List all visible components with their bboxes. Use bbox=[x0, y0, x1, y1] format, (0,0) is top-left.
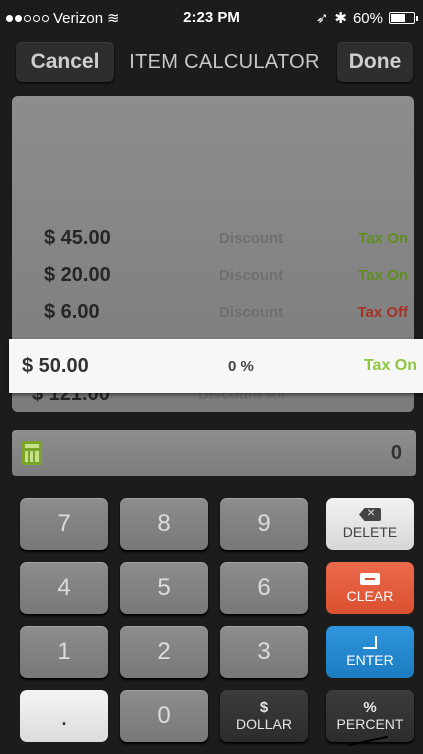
dollar-symbol: $ bbox=[259, 699, 269, 716]
list-item[interactable]: $ 20.00 Discount Tax On bbox=[24, 257, 414, 293]
item-discount[interactable]: Discount bbox=[219, 267, 283, 284]
key-7[interactable]: 7 bbox=[20, 498, 108, 550]
item-tax-toggle[interactable]: Tax On bbox=[358, 267, 408, 284]
active-item-amount: $ 50.00 bbox=[22, 354, 89, 377]
item-tax-toggle[interactable]: Tax On bbox=[358, 230, 408, 247]
clear-icon bbox=[360, 572, 380, 585]
backspace-icon bbox=[359, 508, 381, 521]
item-tax-toggle[interactable]: Tax Off bbox=[357, 304, 408, 321]
active-item-tax-toggle[interactable]: Tax On bbox=[364, 357, 417, 375]
percent-button[interactable]: % PERCENT bbox=[326, 690, 414, 742]
delete-button[interactable]: DELETE bbox=[326, 498, 414, 550]
key-3[interactable]: 3 bbox=[220, 626, 308, 678]
key-6[interactable]: 6 bbox=[220, 562, 308, 614]
calculator-icon bbox=[22, 441, 42, 465]
dollar-label: DOLLAR bbox=[235, 716, 293, 732]
list-item[interactable]: $ 45.00 Discount Tax On bbox=[24, 220, 414, 256]
item-amount: $ 20.00 bbox=[44, 263, 111, 286]
key-decimal[interactable]: . bbox=[20, 690, 108, 742]
location-icon: ➶ bbox=[315, 10, 329, 27]
item-amount: $ 45.00 bbox=[44, 226, 111, 249]
key-9[interactable]: 9 bbox=[220, 498, 308, 550]
cancel-button[interactable]: Cancel bbox=[16, 42, 114, 82]
key-0[interactable]: 0 bbox=[120, 690, 208, 742]
dollar-button[interactable]: $ DOLLAR bbox=[220, 690, 308, 742]
display-value: 0 bbox=[390, 442, 402, 464]
enter-label: ENTER bbox=[346, 652, 394, 668]
item-amount: $ 6.00 bbox=[44, 300, 100, 323]
enter-button[interactable]: ENTER bbox=[326, 626, 414, 678]
key-1[interactable]: 1 bbox=[20, 626, 108, 678]
active-item-discount[interactable]: 0 % bbox=[228, 358, 254, 375]
status-right: ➶ ✱ 60% bbox=[315, 9, 418, 27]
key-4[interactable]: 4 bbox=[20, 562, 108, 614]
battery-icon bbox=[389, 12, 418, 24]
bluetooth-icon: ✱ bbox=[334, 10, 347, 27]
key-2[interactable]: 2 bbox=[120, 626, 208, 678]
list-item[interactable]: $ 6.00 Discount Tax Off bbox=[24, 294, 414, 330]
clear-label: CLEAR bbox=[346, 587, 394, 604]
item-discount[interactable]: Discount bbox=[219, 304, 283, 321]
page-title: ITEM CALCULATOR bbox=[129, 50, 320, 73]
clear-button[interactable]: CLEAR bbox=[326, 562, 414, 614]
key-5[interactable]: 5 bbox=[120, 562, 208, 614]
nav-bar: Cancel ITEM CALCULATOR Done bbox=[0, 38, 423, 88]
status-bar: Verizon ≋ 2:23 PM ➶ ✱ 60% bbox=[0, 0, 423, 38]
item-discount[interactable]: Discount bbox=[219, 230, 283, 247]
return-icon bbox=[363, 636, 377, 649]
delete-label: DELETE bbox=[342, 524, 398, 540]
key-8[interactable]: 8 bbox=[120, 498, 208, 550]
done-button[interactable]: Done bbox=[337, 42, 413, 82]
active-item-row[interactable]: $ 50.00 0 % Tax On bbox=[9, 339, 423, 393]
battery-percent: 60% bbox=[352, 9, 383, 27]
entry-display: 0 bbox=[12, 430, 416, 476]
percent-symbol: % bbox=[363, 699, 377, 716]
percent-label: PERCENT bbox=[336, 716, 404, 732]
